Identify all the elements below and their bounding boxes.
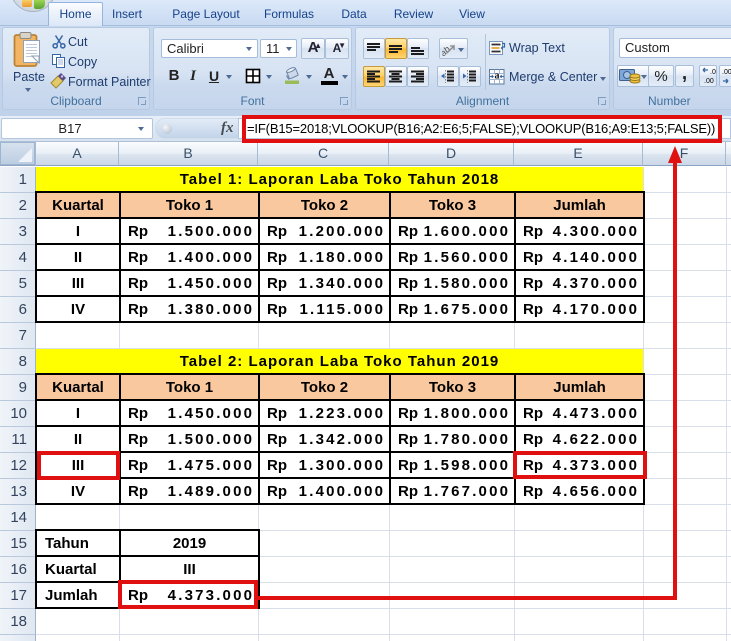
svg-text:.00: .00 bbox=[704, 78, 714, 85]
svg-text:.0: .0 bbox=[710, 69, 716, 76]
svg-text:.00: .00 bbox=[722, 69, 731, 76]
svg-text:a: a bbox=[495, 71, 500, 82]
